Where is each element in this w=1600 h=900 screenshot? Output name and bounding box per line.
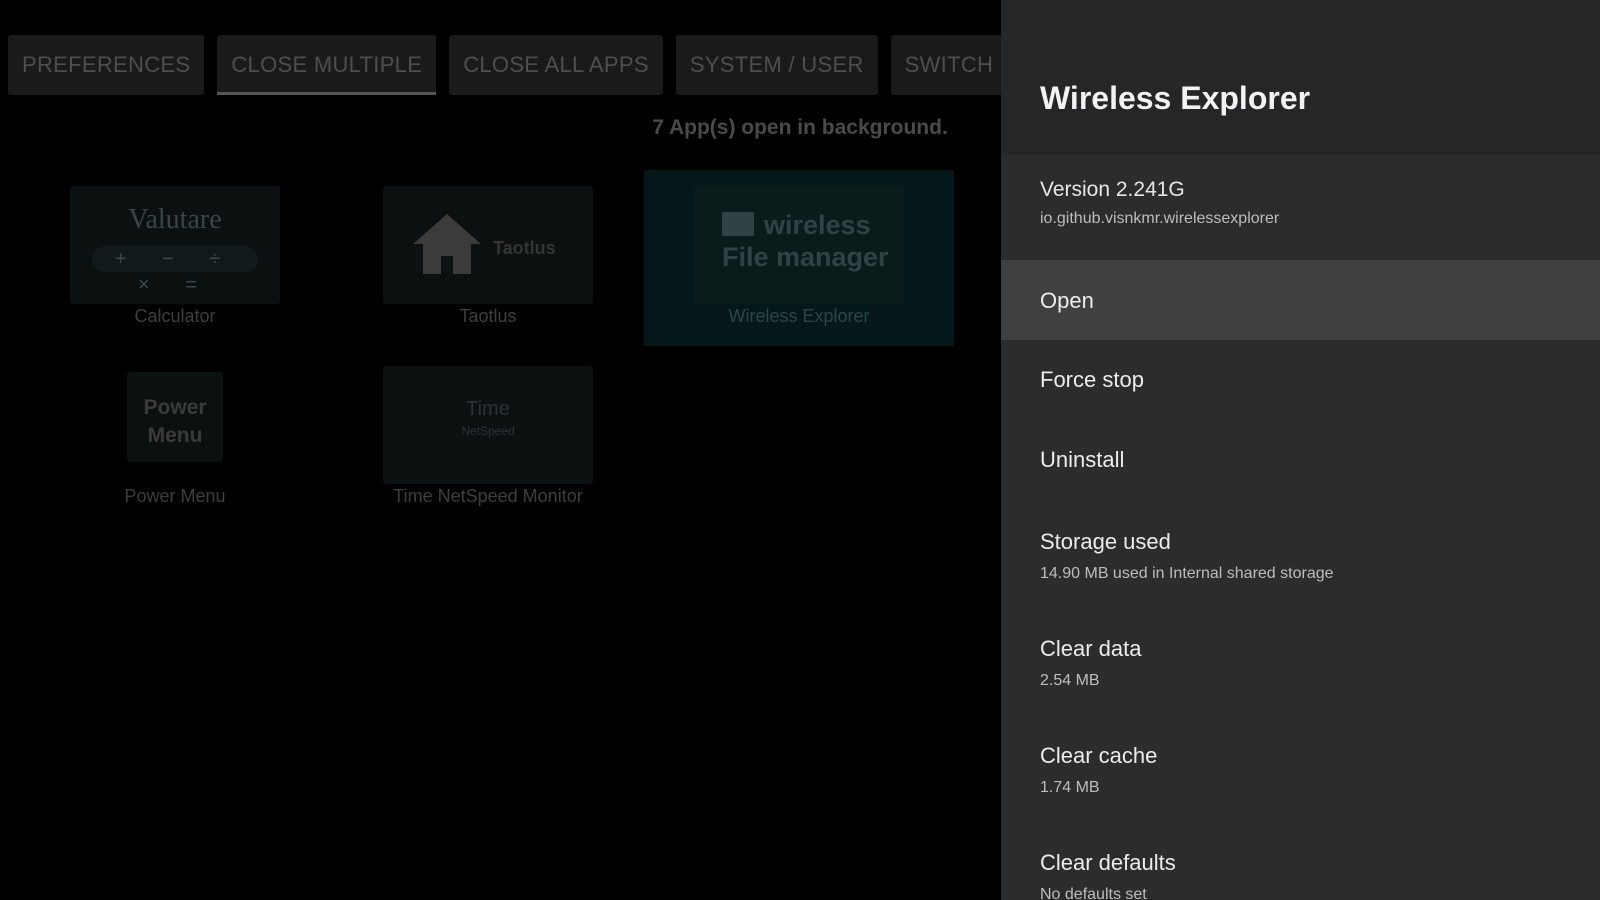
menu-item-clear-cache[interactable]: Clear cache 1.74 MB bbox=[1001, 714, 1600, 821]
tab-close-multiple[interactable]: CLOSE MULTIPLE bbox=[217, 35, 437, 95]
app-options-panel: Wireless Explorer Version 2.241G io.gith… bbox=[1001, 0, 1600, 900]
menu-item-sublabel: 2.54 MB bbox=[1040, 672, 1100, 689]
app-tile-time-netspeed-monitor[interactable]: Time NetSpeed Time NetSpeed Monitor bbox=[333, 350, 643, 526]
power-menu-thumb-line1: Power bbox=[143, 396, 207, 419]
app-info: Version 2.241G io.github.visnkmr.wireles… bbox=[1040, 178, 1279, 228]
calculator-thumb-keys: + − ÷ × = bbox=[92, 246, 258, 296]
app-tile-calculator[interactable]: Valutare + − ÷ × = Calculator bbox=[20, 170, 330, 346]
app-tile-label: Power Menu bbox=[124, 486, 226, 506]
tab-bar: PREFERENCES CLOSE MULTIPLE CLOSE ALL APPS S… bbox=[8, 35, 1001, 95]
calculator-thumb-title: Valutare bbox=[128, 204, 222, 235]
menu-item-open[interactable]: Open bbox=[1001, 260, 1600, 340]
app-thumbnail: Time NetSpeed bbox=[383, 366, 593, 484]
tab-switch-user[interactable]: SWITCH U bbox=[890, 35, 1001, 95]
menu-item-sublabel: 1.74 MB bbox=[1040, 779, 1100, 796]
tab-preferences[interactable]: PREFERENCES bbox=[8, 35, 205, 95]
app-thumbnail: Taotlus bbox=[383, 186, 593, 304]
tab-close-all-apps[interactable]: CLOSE ALL APPS bbox=[449, 35, 663, 95]
menu-item-label: Force stop bbox=[1040, 367, 1144, 392]
menu-item-label: Clear data bbox=[1040, 636, 1142, 661]
wireless-thumb-line2: File manager bbox=[722, 242, 889, 272]
background-app-count: 7 App(s) open in background. bbox=[652, 116, 948, 139]
app-tile-label: Time NetSpeed Monitor bbox=[393, 486, 583, 506]
wireless-thumb-line1: wireless bbox=[764, 210, 871, 240]
app-tile-label: Wireless Explorer bbox=[728, 306, 870, 326]
app-version: Version 2.241G bbox=[1040, 178, 1185, 201]
menu-item-sublabel: No defaults set bbox=[1040, 886, 1147, 900]
taotlus-thumb-title: Taotlus bbox=[493, 238, 556, 258]
app-thumbnail: Power Menu bbox=[127, 372, 223, 462]
app-options-menu: Open Force stop Uninstall Storage used 1… bbox=[1001, 260, 1600, 900]
app-tile-label: Taotlus bbox=[459, 306, 517, 326]
panel-title: Wireless Explorer bbox=[1040, 80, 1311, 116]
menu-item-label: Open bbox=[1040, 288, 1094, 313]
app-tile-taotlus[interactable]: Taotlus Taotlus bbox=[333, 170, 643, 346]
background-app: PREFERENCES CLOSE MULTIPLE CLOSE ALL APPS S… bbox=[0, 0, 1001, 900]
menu-item-clear-defaults[interactable]: Clear defaults No defaults set bbox=[1001, 821, 1600, 900]
menu-item-label: Storage used bbox=[1040, 529, 1171, 554]
home-icon bbox=[413, 214, 481, 274]
menu-item-label: Uninstall bbox=[1040, 447, 1125, 472]
folder-icon bbox=[722, 212, 754, 236]
menu-item-force-stop[interactable]: Force stop bbox=[1001, 340, 1600, 420]
menu-item-clear-data[interactable]: Clear data 2.54 MB bbox=[1001, 607, 1600, 714]
app-package-name: io.github.visnkmr.wirelessexplorer bbox=[1040, 210, 1280, 227]
app-thumbnail: wireless File manager bbox=[694, 186, 904, 304]
app-tile-wireless-explorer[interactable]: wireless File manager Wireless Explorer bbox=[644, 170, 954, 346]
screen: PREFERENCES CLOSE MULTIPLE CLOSE ALL APPS S… bbox=[0, 0, 1600, 900]
app-tile-label: Calculator bbox=[134, 306, 216, 326]
netspeed-thumb-title: Time bbox=[466, 398, 510, 420]
menu-item-sublabel: 14.90 MB used in Internal shared storage bbox=[1040, 565, 1334, 582]
app-tile-power-menu[interactable]: Power Menu Power Menu bbox=[20, 350, 330, 526]
tab-system-user[interactable]: SYSTEM / USER bbox=[675, 35, 878, 95]
menu-item-uninstall[interactable]: Uninstall bbox=[1001, 420, 1600, 500]
menu-item-label: Clear cache bbox=[1040, 743, 1158, 768]
netspeed-thumb-sub: NetSpeed bbox=[461, 424, 515, 438]
app-thumbnail: Valutare + − ÷ × = bbox=[70, 186, 280, 304]
menu-item-label: Clear defaults bbox=[1040, 850, 1176, 875]
power-menu-thumb-line2: Menu bbox=[147, 424, 203, 447]
panel-header: Wireless Explorer bbox=[1001, 0, 1600, 155]
menu-item-storage-used[interactable]: Storage used 14.90 MB used in Internal s… bbox=[1001, 500, 1600, 607]
